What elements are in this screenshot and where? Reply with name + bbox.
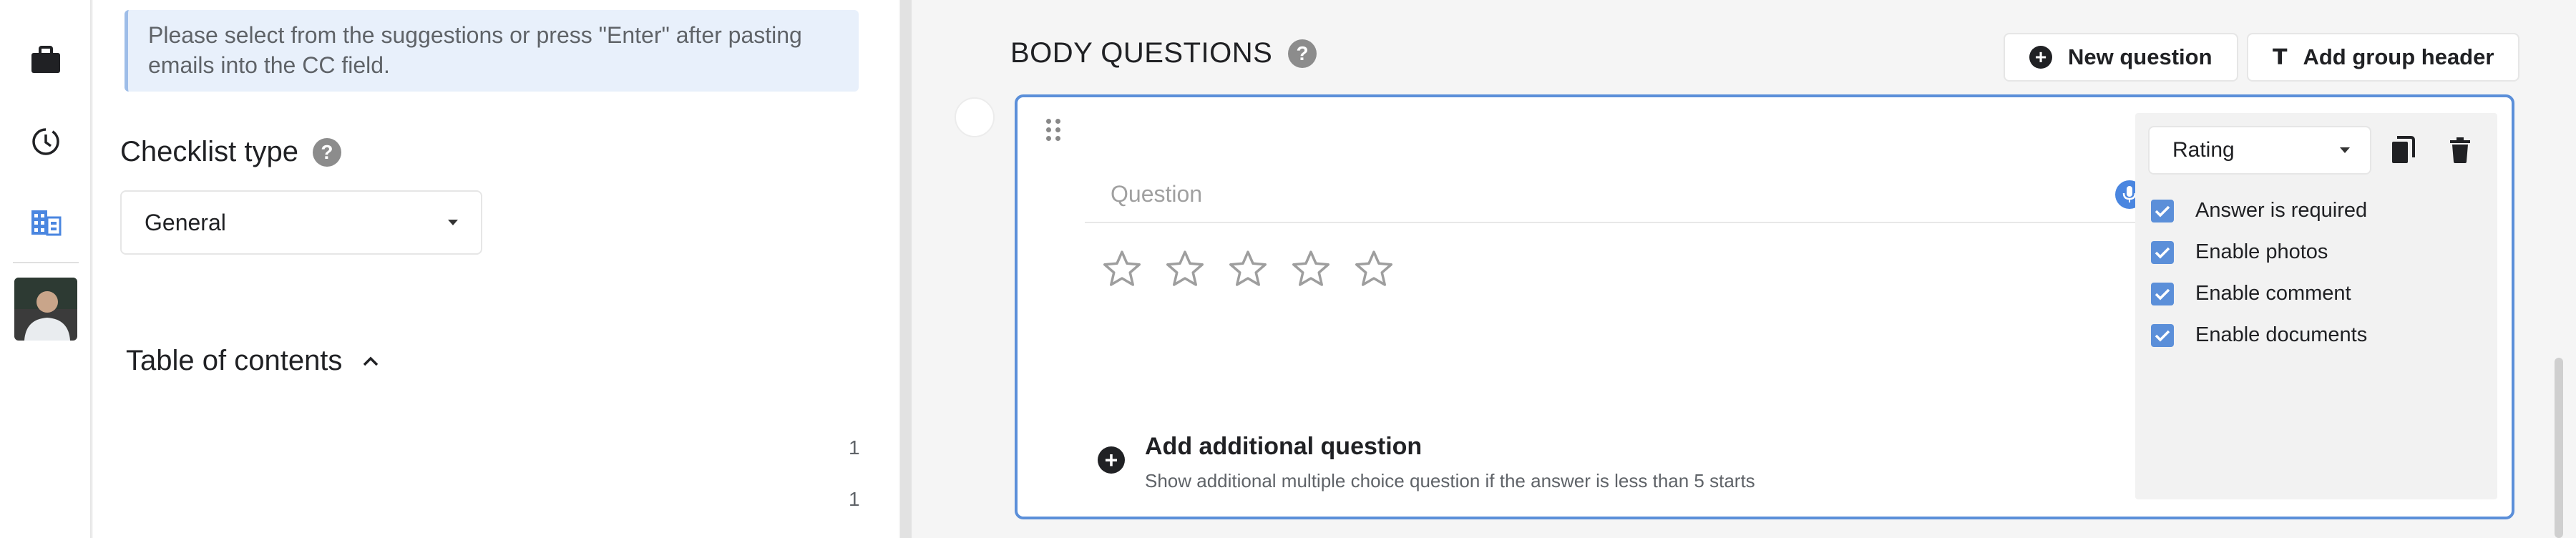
star-icon[interactable] <box>1163 248 1206 290</box>
add-additional-text: Add additional question Show additional … <box>1145 429 1755 495</box>
add-group-header-button[interactable]: T Add group header <box>2247 33 2520 82</box>
drag-handle-icon[interactable] <box>1046 119 1060 141</box>
checklist-type-label: Checklist type ? <box>120 136 341 168</box>
checkbox-label: Enable documents <box>2195 323 2368 346</box>
question-card: Question + Add additional question Show … <box>1015 94 2514 519</box>
main-scrollbar[interactable] <box>2555 358 2563 538</box>
question-input[interactable]: Question <box>1085 166 2144 223</box>
answer-type-select[interactable]: Rating <box>2148 126 2371 175</box>
chevron-up-icon <box>364 356 379 366</box>
checkbox-checked-icon <box>2151 282 2174 305</box>
answer-type-value: Rating <box>2172 138 2235 162</box>
info-message: Please select from the suggestions or pr… <box>125 10 859 92</box>
add-additional-title: Add additional question <box>1145 433 1423 460</box>
plus-circle-icon: + <box>1098 446 1125 474</box>
star-icon[interactable] <box>1289 248 1332 290</box>
section-title-text: BODY QUESTIONS <box>1010 37 1273 69</box>
caret-down-icon <box>2340 147 2350 153</box>
plus-circle-icon: + <box>2029 46 2052 69</box>
toc-label: Table of contents <box>126 345 343 376</box>
new-question-label: New question <box>2068 44 2212 69</box>
add-additional-subtitle: Show additional multiple choice question… <box>1145 470 1755 491</box>
checkbox-label: Enable comment <box>2195 282 2351 305</box>
add-additional-question[interactable]: + Add additional question Show additiona… <box>1098 429 1755 495</box>
table-of-contents-toggle[interactable]: Table of contents <box>126 345 379 377</box>
checkbox-checked-icon <box>2151 199 2174 222</box>
history-icon[interactable] <box>27 123 64 160</box>
toc-count: 1 <box>849 488 860 510</box>
star-icon[interactable] <box>1226 248 1269 290</box>
building-icon[interactable] <box>27 203 64 240</box>
checkbox-checked-icon <box>2151 323 2174 347</box>
checklist-type-value: General <box>145 209 226 235</box>
enable-documents-checkbox[interactable]: Enable documents <box>2151 323 2367 347</box>
rail-divider <box>13 262 79 263</box>
caret-down-icon <box>448 220 458 225</box>
trash-icon[interactable] <box>2443 132 2477 169</box>
star-icon[interactable] <box>1352 248 1395 290</box>
star-icon[interactable] <box>1101 248 1143 290</box>
text-icon: T <box>2273 44 2288 70</box>
new-question-button[interactable]: + New question <box>2004 33 2238 82</box>
enable-comment-checkbox[interactable]: Enable comment <box>2151 282 2351 305</box>
help-icon[interactable]: ? <box>312 137 341 167</box>
app: Please select from the suggestions or pr… <box>0 0 2576 538</box>
answer-required-checkbox[interactable]: Answer is required <box>2151 199 2367 222</box>
checkbox-label: Enable photos <box>2195 240 2328 263</box>
checklist-type-text: Checklist type <box>120 136 298 167</box>
copy-icon[interactable] <box>2386 132 2420 169</box>
checkbox-checked-icon <box>2151 240 2174 264</box>
panel-splitter[interactable] <box>900 0 912 538</box>
user-avatar[interactable] <box>14 278 77 341</box>
question-options-panel: Rating Answer is required Enable photos … <box>2135 113 2497 499</box>
section-title: BODY QUESTIONS ? <box>1010 37 1317 69</box>
checklist-type-select[interactable]: General <box>120 190 482 255</box>
enable-photos-checkbox[interactable]: Enable photos <box>2151 240 2328 264</box>
help-icon[interactable]: ? <box>1288 39 1317 68</box>
toc-count: 1 <box>849 436 860 459</box>
rating-stars <box>1101 248 1395 290</box>
add-group-header-label: Add group header <box>2303 44 2494 69</box>
question-placeholder: Question <box>1111 180 1203 207</box>
question-select-radio[interactable] <box>955 97 995 137</box>
settings-panel: Please select from the suggestions or pr… <box>93 0 899 538</box>
nav-rail <box>0 0 92 538</box>
briefcase-icon[interactable] <box>27 41 64 79</box>
checkbox-label: Answer is required <box>2195 199 2368 222</box>
